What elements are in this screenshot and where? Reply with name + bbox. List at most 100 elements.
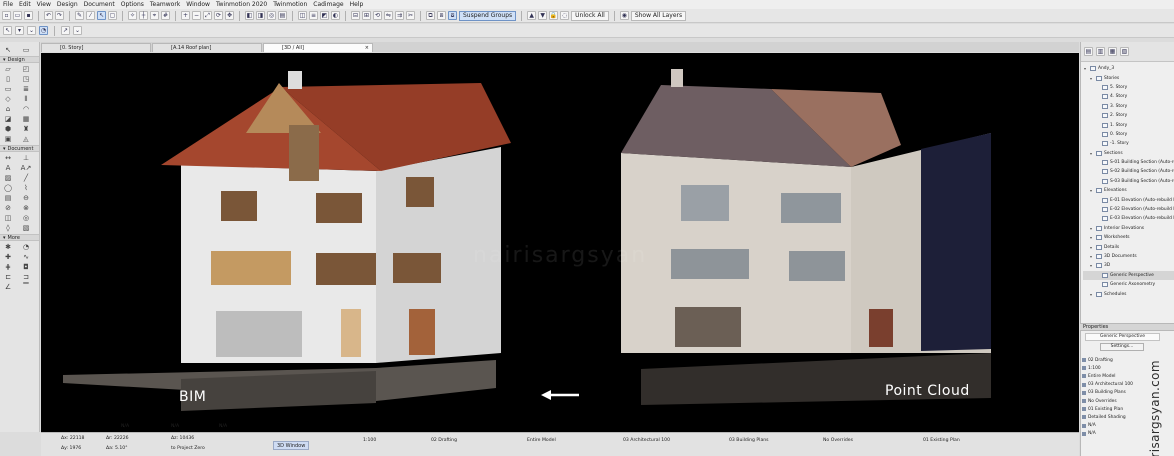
scale-dropdown[interactable]: 1:100 [361,437,376,445]
beam-tool-icon[interactable]: ▭ [2,85,14,93]
lock-icon[interactable]: 🔒 [549,11,559,20]
interior-elev-icon[interactable]: ⊗ [20,204,32,212]
navigator-item[interactable]: ▾ 3D [1083,261,1174,270]
3d-cut-icon[interactable]: ◩ [320,11,329,20]
door-tool-icon[interactable]: ◰ [20,65,32,73]
navigator-item[interactable]: 5. Story [1083,83,1174,92]
navigator-item[interactable]: Generic Perspective [1083,270,1174,280]
grid-icon[interactable]: # [161,11,170,20]
chevron-down-icon[interactable]: ▾ [1090,226,1094,231]
render-icon[interactable]: ◐ [331,11,340,20]
chevron-down-icon[interactable]: ▾ [1090,76,1094,81]
detail-icon[interactable]: ◎ [267,11,276,20]
chevron-down-icon[interactable]: ▾ [1090,292,1094,297]
toolbox-section-document[interactable]: ▾ Document [0,145,39,152]
save-icon[interactable]: ▪ [24,11,33,20]
navigator-item[interactable]: ▾ Stories [1083,73,1174,82]
publisher-icon[interactable]: ▧ [1120,47,1129,56]
zone-tool-icon[interactable]: ▣ [2,135,14,143]
toolbox-section-more[interactable]: ▾ More [0,234,39,241]
layer-show-icon[interactable]: ◉ [619,11,629,20]
slab-tool-icon[interactable]: ◇ [2,95,14,103]
distribute-icon[interactable]: ⊞ [362,11,371,20]
worksheet-icon[interactable]: ▤ [278,11,287,20]
send-back-icon[interactable]: ▼ [538,11,548,20]
navigator-item[interactable]: S-03 Building Section (Auto-re [1083,177,1174,186]
column-tool-icon[interactable]: ▯ [2,75,14,83]
overrides-dropdown[interactable]: No Overrides [821,437,853,445]
project-map-icon[interactable]: ▤ [1084,47,1093,56]
arc-tool-icon[interactable]: ◯ [2,184,14,192]
menu-item-file[interactable]: File [3,1,13,8]
layer-combo-dropdown[interactable]: 02 Drafting [429,437,457,445]
undo-icon[interactable]: ↶ [44,11,53,20]
trace-icon[interactable]: ◫ [298,11,307,20]
fill-tool-icon[interactable]: ▨ [2,174,14,182]
pan-icon[interactable]: ✥ [225,11,234,20]
menu-item-document[interactable]: Document [84,1,115,8]
chevron-down-icon[interactable]: ▾ [1090,263,1094,268]
menu-item-twinmotion-2020[interactable]: Twinmotion 2020 [216,1,267,8]
navigator-item[interactable]: E-01 Elevation (Auto-rebuild M [1083,195,1174,204]
mesh-tool-icon[interactable]: ◬ [20,135,32,143]
mirror-icon[interactable]: ⇋ [384,11,393,20]
eyedropper-icon[interactable]: ⁄ [86,11,95,20]
skylight-tool-icon[interactable]: ◪ [2,115,14,123]
navigator-item[interactable]: ▾ Details [1083,242,1174,251]
morph-tool-icon[interactable]: ⬢ [2,125,14,133]
stair-tool-icon[interactable]: ≣ [20,85,32,93]
chevron-down-icon[interactable]: ▾ [1084,66,1088,71]
mvo-dropdown[interactable]: 03 Building Plans [727,437,769,445]
text-tool-icon[interactable]: A [2,164,14,172]
tab-0-story[interactable]: [0. Story] [41,43,151,52]
radial-dim-icon[interactable]: ◔ [20,243,32,251]
drawing-tool-icon[interactable]: ▤ [2,194,14,202]
chevron-down-icon[interactable]: ▾ [1090,235,1094,240]
change-tool-icon[interactable]: ◊ [2,224,14,232]
menu-item-view[interactable]: View [37,1,51,8]
chevron-down-icon[interactable]: ▾ [1090,254,1094,259]
ungroup-icon[interactable]: ⧈ [437,11,446,20]
worksheet-tool-icon[interactable]: ◫ [2,214,14,222]
dropdown-chevron-icon[interactable]: ⌄ [27,26,36,35]
figure-tool-icon[interactable]: ▧ [20,224,32,232]
to-project-zero[interactable]: to Project Zero [171,446,205,451]
split-icon[interactable]: ✂ [406,11,415,20]
navigator-item[interactable]: ▾ Schedules [1083,289,1174,298]
settings-button[interactable]: Settings... [1100,343,1144,351]
snap-icon[interactable]: ⌖ [150,11,159,20]
guide-line-icon[interactable]: ┼ [139,11,148,20]
pointer-mode-icon[interactable]: ↖ [3,26,12,35]
navigator-item[interactable]: ▾ Interior Elevations [1083,224,1174,233]
navigator-item[interactable]: ▾ Andy_3 [1083,64,1174,73]
rotate-icon[interactable]: ⟲ [373,11,382,20]
line-tool-icon[interactable]: ╱ [20,174,32,182]
dimension-tool-icon[interactable]: ↔ [2,154,14,162]
chevron-down-icon[interactable]: ▾ [1090,245,1094,250]
curtain-wall-icon[interactable]: ▦ [20,115,32,123]
menu-item-cadimage[interactable]: Cadimage [313,1,343,8]
renovation-dropdown[interactable]: 01 Existing Plan [921,437,960,445]
arrow-tool-icon[interactable]: ↗ [61,26,70,35]
navigator-item[interactable]: S-02 Building Section (Auto-re [1083,167,1174,176]
align-icon[interactable]: ⊟ [351,11,360,20]
detail-tool-icon[interactable]: ◎ [20,214,32,222]
tab-3d-all[interactable]: [3D / All] × [263,43,373,52]
tab-roof-plan[interactable]: [A.14 Roof plan] [152,43,262,52]
arrow-tool-icon[interactable]: ↖ [2,46,14,54]
navigator-item[interactable]: ▾ Worksheets [1083,233,1174,242]
railing-tool-icon[interactable]: ⫴ [20,95,32,103]
orbit-icon[interactable]: ⟳ [214,11,223,20]
layout-book-icon[interactable]: ▦ [1108,47,1117,56]
show-all-layers-button[interactable]: Show All Layers [630,10,687,21]
selection-method-icon[interactable]: ▾ [15,26,24,35]
hotspot-icon[interactable]: ✚ [2,253,14,261]
section-icon[interactable]: ◧ [245,11,254,20]
3d-viewport[interactable]: BIM Point Cloud nairisargsyan [41,53,1079,432]
navigator-item[interactable]: -1. Story [1083,139,1174,148]
navigator-item[interactable]: 3. Story [1083,102,1174,111]
lamp-tool-icon[interactable]: ✱ [2,243,14,251]
view-map-icon[interactable]: ▥ [1096,47,1105,56]
toolbox-section-design[interactable]: ▾ Design [0,56,39,63]
angle-dim-icon[interactable]: ∠ [2,283,14,291]
